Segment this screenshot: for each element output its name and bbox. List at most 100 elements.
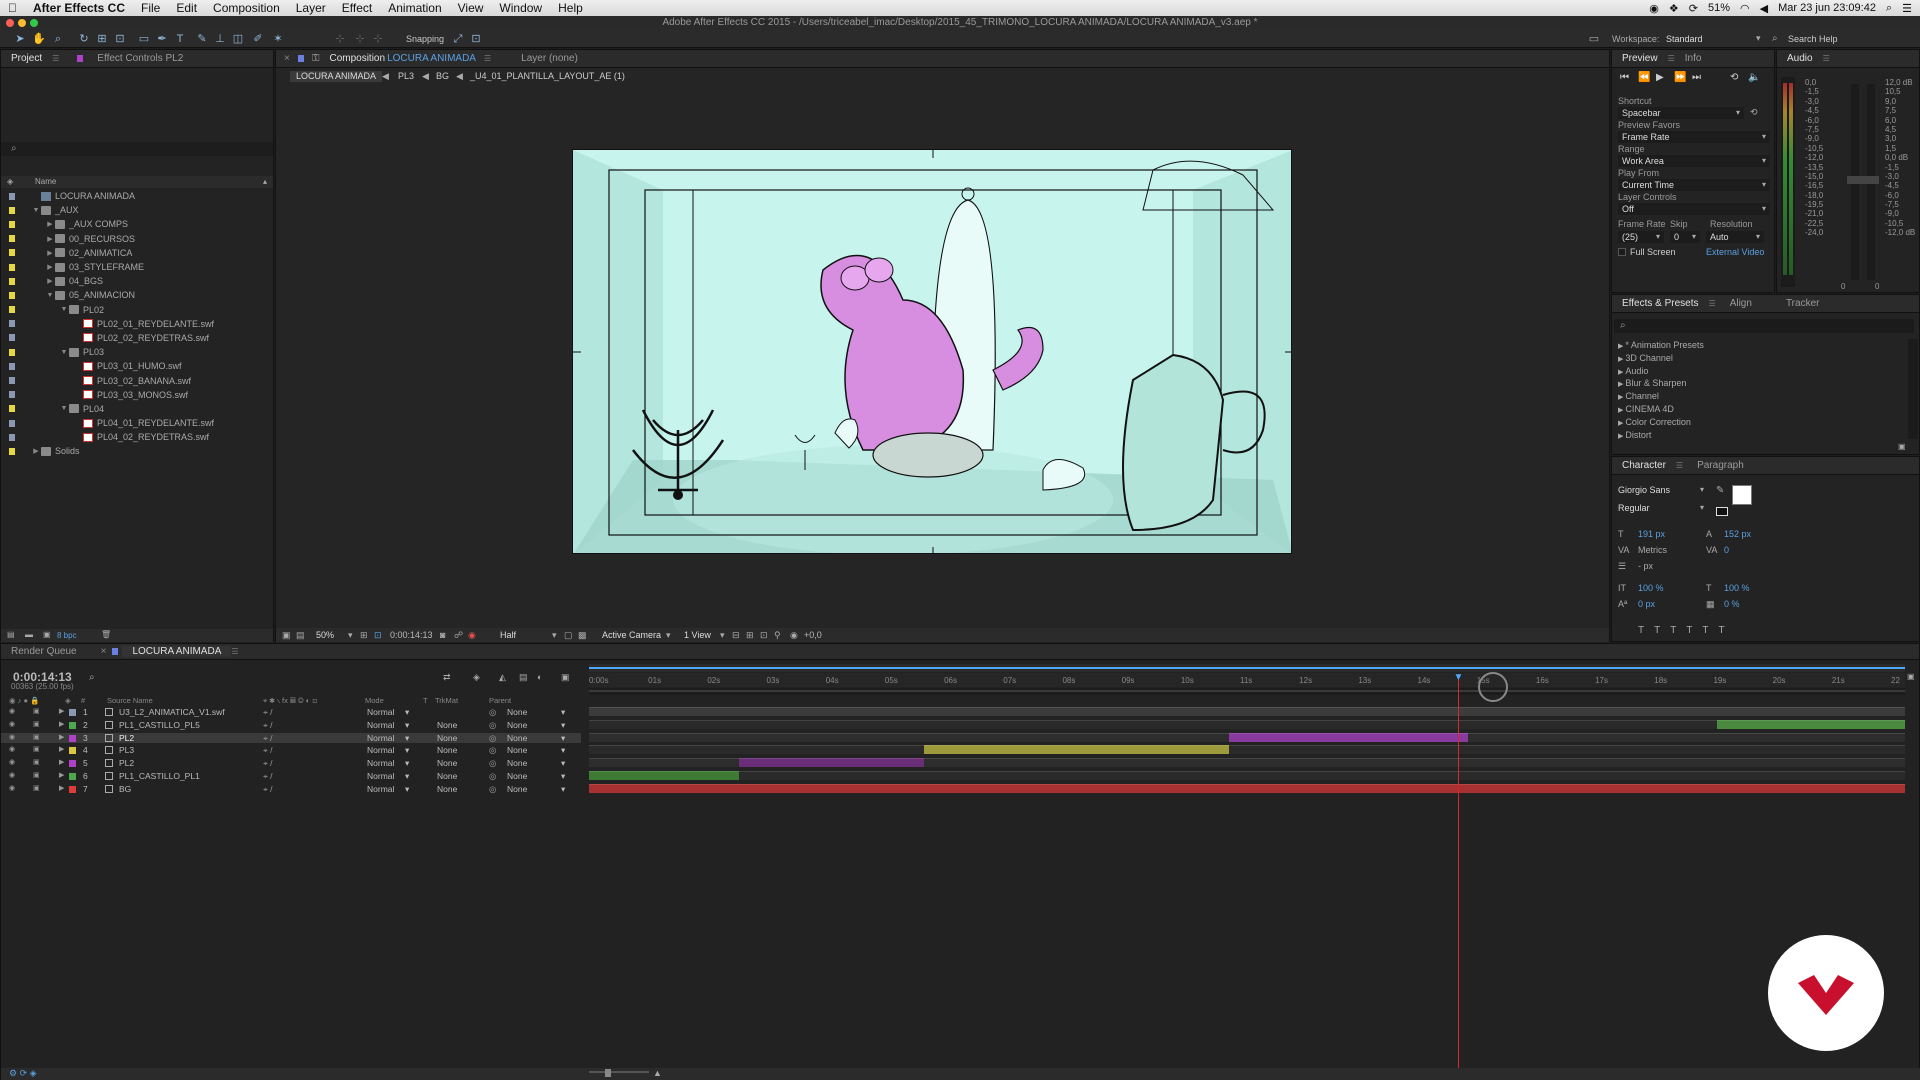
label-color-swatch[interactable] [9,306,15,314]
notifications-icon[interactable]: ☰ [1902,2,1912,15]
stroke-color-swatch[interactable] [1716,507,1728,516]
parent-dropdown-icon[interactable]: ▾ [561,733,565,743]
menu-edit[interactable]: Edit [168,1,205,15]
disclosure-triangle-icon[interactable]: ▶ [31,447,41,455]
layer-trkmat-select[interactable]: None [437,758,457,768]
tab-effects-presets[interactable]: Effects & Presets [1612,298,1709,309]
search-help-input[interactable]: Search Help [1788,34,1838,44]
menu-window[interactable]: Window [491,1,550,15]
disclosure-triangle-icon[interactable]: ▼ [59,306,69,313]
next-frame-icon[interactable]: ⏩ [1674,72,1686,83]
effect-category[interactable]: ▶ Distort [1612,429,1908,442]
source-name-header[interactable]: Source Name [107,696,153,706]
disclosure-triangle-icon[interactable]: ▶ [45,235,55,243]
project-item[interactable]: PL03_02_BANANA.swf [1,373,273,387]
play-icon[interactable]: ▶ [1656,72,1664,83]
hand-tool-icon[interactable]: ✋ [32,33,46,45]
frame-rate-select[interactable]: (25) [1618,231,1664,243]
draft-3d-icon[interactable]: ◈ [473,672,480,683]
resolution-select[interactable]: Auto [1706,231,1764,243]
exposure-reset-icon[interactable]: ◉ [790,628,798,642]
rectangle-tool-icon[interactable]: ▭ [138,33,150,45]
label-color-swatch[interactable] [9,447,15,455]
time-ruler[interactable]: 0:00s 01s 02s 03s 04s 05s 06s 07s 08s 09s 10s 11s 12… [589,673,1905,687]
project-item[interactable]: ▼ _AUX [1,203,273,217]
mask-visibility-icon[interactable]: ⊡ [374,628,382,642]
shortcut-select[interactable]: Spacebar [1618,107,1744,119]
layer-mode-select[interactable]: Normal [367,771,394,781]
project-item[interactable]: ▶ _AUX COMPS [1,217,273,231]
full-screen-checkbox[interactable] [1618,248,1626,256]
reset-icon[interactable]: ⟲ [1750,107,1758,119]
project-item[interactable]: ▼ PL02 [1,303,273,317]
layer-row[interactable]: ◉ ▣ ▶ 3 PL2 ⌖ / Normal ▾ None ◎ None ▾ [1,732,581,743]
layer-label-color[interactable] [69,747,76,755]
expand-layer-icon[interactable]: ▶ [59,733,64,743]
video-visibility-icon[interactable]: ◉ [9,707,15,717]
layer-switches-icon[interactable]: ⌖ / [263,733,273,743]
comp-name[interactable]: LOCURA ANIMADA [387,53,476,64]
eraser-tool-icon[interactable]: ◫ [232,33,244,45]
external-video-link[interactable]: External Video [1706,245,1764,259]
label-color-swatch[interactable] [9,291,15,299]
layer-row[interactable]: ◉ ▣ ▶ 4 PL3 ⌖ / Normal ▾ None ◎ None ▾ [1,745,581,755]
effects-search-input[interactable]: ⌕ [1614,319,1914,333]
tab-character[interactable]: Character [1612,460,1676,471]
lock-switch-icon[interactable]: ▣ [33,758,40,768]
lock-icon[interactable]: ⚿ [312,53,320,64]
layer-trkmat-select[interactable]: None [437,745,457,755]
zoom-slider-handle[interactable] [605,1069,611,1077]
breadcrumb-locura-animada[interactable]: LOCURA ANIMADA [290,71,383,82]
zoom-dropdown-icon[interactable]: ▾ [348,628,353,642]
selection-tool-icon[interactable]: ➤ [14,33,26,45]
time-navigator[interactable] [589,664,1905,672]
panel-menu-icon[interactable]: ☰ [484,54,491,63]
timeline-icon[interactable]: ⊡ [760,628,768,642]
baseline-shift-value[interactable]: 0 px [1638,599,1655,609]
label-color-swatch[interactable] [9,433,15,441]
layer-duration-bar[interactable] [1229,732,1469,742]
first-frame-icon[interactable]: ⏮ [1620,72,1629,83]
layer-parent-select[interactable]: None [507,733,527,743]
axis-local-icon[interactable]: ⊹ [334,33,346,45]
project-item[interactable]: PL04_02_REYDETRAS.swf [1,430,273,444]
brush-tool-icon[interactable]: ✎ [196,33,208,45]
layer-name[interactable]: PL1_CASTILLO_PL1 [119,771,200,781]
composition-canvas[interactable] [572,149,1292,554]
effect-category[interactable]: ▶ CINEMA 4D [1612,403,1908,416]
video-visibility-icon[interactable]: ◉ [9,784,15,794]
tab-layer[interactable]: Layer (none) [511,53,588,64]
disclosure-triangle-icon[interactable]: ▼ [59,405,69,412]
puppet-tool-icon[interactable]: ✶ [272,33,284,45]
loop-icon[interactable]: ⟲ [1730,72,1738,83]
label-color-swatch[interactable] [9,377,15,385]
status-icon[interactable]: ◉ [1649,2,1659,15]
effect-category[interactable]: ▶ 3D Channel [1612,352,1908,365]
toggle-switches-icon[interactable]: ⚙ ⟳ ◈ [9,1068,37,1079]
layer-label-color[interactable] [69,773,76,780]
layer-row[interactable]: ◉ ▣ ▶ 5 PL2 ⌖ / Normal ▾ None ◎ None ▾ [1,758,581,768]
interpret-footage-icon[interactable]: ▤ [7,630,15,639]
menu-file[interactable]: File [133,1,168,15]
layer-label-color[interactable] [69,734,76,742]
text-style-buttons-icon[interactable]: TTTTTT [1638,625,1735,636]
breadcrumb-plantilla-layout[interactable]: _U4_01_PLANTILLA_LAYOUT_AE (1) [470,69,625,84]
layer-mode-select[interactable]: Normal [367,720,394,730]
mode-dropdown-icon[interactable]: ▾ [405,733,409,743]
project-item[interactable]: PL03_01_HUMO.swf [1,359,273,373]
label-color-swatch[interactable] [9,206,15,214]
axis-world-icon[interactable]: ⊹ [354,33,366,45]
effect-category[interactable]: ▶ Blur & Sharpen [1612,377,1908,390]
panel-menu-icon[interactable]: ☰ [1676,461,1683,470]
pick-whip-icon[interactable]: ◎ [489,745,496,755]
layer-name[interactable]: PL2 [119,733,134,743]
apple-menu-icon[interactable]:  [0,1,25,15]
project-item[interactable]: PL02_01_REYDELANTE.swf [1,317,273,331]
project-item[interactable]: ▶ 02_ANIMATICA [1,246,273,260]
project-item[interactable]: PL04_01_REYDELANTE.swf [1,416,273,430]
expand-layer-icon[interactable]: ▶ [59,720,64,730]
zoom-tool-icon[interactable]: ⌕ [52,33,64,45]
flowchart-icon[interactable]: ⚲ [774,628,781,642]
tab-locura-animada[interactable]: LOCURA ANIMADA [122,646,232,657]
project-item[interactable]: LOCURA ANIMADA [1,189,273,203]
